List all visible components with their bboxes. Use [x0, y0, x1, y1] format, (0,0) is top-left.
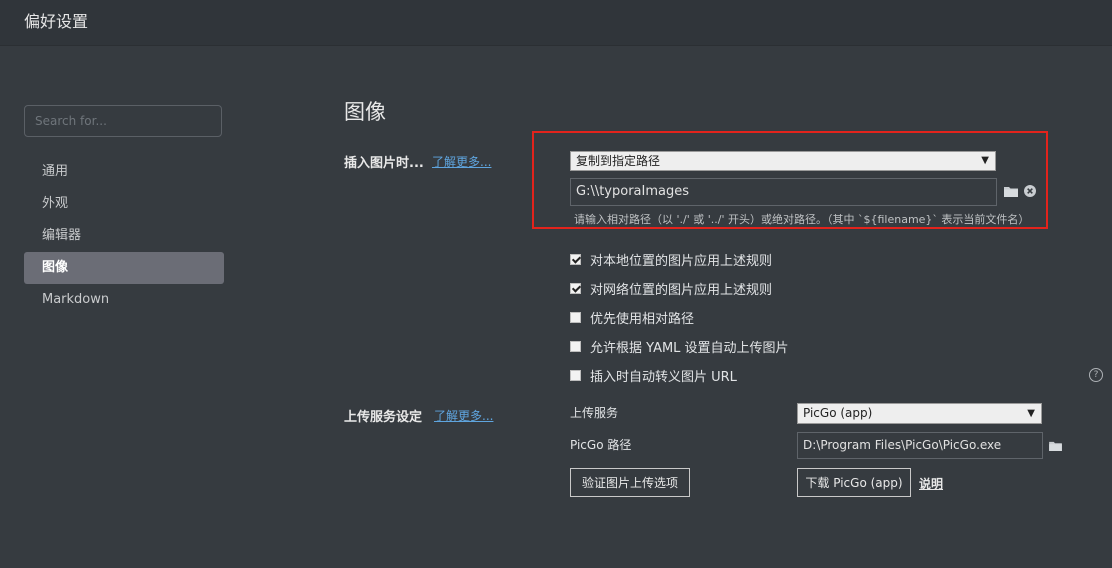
- checkbox-yaml-upload[interactable]: [570, 340, 581, 352]
- sidebar-nav: 通用 外观 编辑器 图像 Markdown: [24, 156, 224, 316]
- sidebar-item-editor[interactable]: 编辑器: [24, 220, 224, 252]
- window-title: 偏好设置: [24, 12, 89, 31]
- picgo-path-field-label: PicGo 路径: [570, 438, 632, 452]
- verify-upload-button[interactable]: 验证图片上传选项: [570, 468, 690, 497]
- checkbox-escape-url[interactable]: [570, 369, 581, 381]
- insert-action-select[interactable]: 复制到指定路径 ▼: [570, 151, 996, 171]
- upload-service-label: 上传服务设定: [344, 410, 423, 425]
- upload-learn-more-link[interactable]: 了解更多...: [434, 407, 493, 424]
- upload-service-select[interactable]: PicGo (app) ▼: [797, 403, 1042, 424]
- sidebar-item-image[interactable]: 图像: [24, 252, 224, 284]
- checkbox-label: 对网络位置的图片应用上述规则: [590, 282, 773, 298]
- folder-icon[interactable]: [1049, 441, 1062, 451]
- picgo-path-input[interactable]: D:\Program Files\PicGo\PicGo.exe: [797, 432, 1043, 459]
- checkbox-label: 允许根据 YAML 设置自动上传图片: [590, 340, 789, 356]
- sidebar-item-general[interactable]: 通用: [24, 156, 224, 188]
- download-picgo-button[interactable]: 下载 PicGo (app): [797, 468, 911, 497]
- clear-circle-icon[interactable]: [1024, 185, 1036, 197]
- upload-service-select-value: PicGo (app): [803, 406, 873, 420]
- search-input[interactable]: [24, 105, 222, 137]
- checkbox-local-images[interactable]: [570, 253, 581, 265]
- help-icon[interactable]: ?: [1089, 368, 1103, 382]
- checkbox-row-network-images[interactable]: 对网络位置的图片应用上述规则: [570, 279, 773, 298]
- explain-link[interactable]: 说明: [919, 475, 943, 492]
- checkbox-row-yaml-upload[interactable]: 允许根据 YAML 设置自动上传图片: [570, 337, 789, 356]
- checkbox-label: 优先使用相对路径: [590, 311, 695, 327]
- dropdown-arrow-icon: ▼: [981, 155, 989, 166]
- checkbox-network-images[interactable]: [570, 282, 581, 294]
- checkbox-row-local-images[interactable]: 对本地位置的图片应用上述规则: [570, 250, 773, 269]
- title-bar: 偏好设置: [0, 0, 1112, 46]
- folder-icon[interactable]: [1004, 186, 1018, 197]
- upload-service-field-label: 上传服务: [570, 406, 619, 420]
- checkbox-relative-path[interactable]: [570, 311, 581, 323]
- dropdown-arrow-icon: ▼: [1027, 408, 1035, 419]
- checkbox-label: 对本地位置的图片应用上述规则: [590, 253, 773, 269]
- checkbox-row-escape-url[interactable]: 插入时自动转义图片 URL: [570, 366, 737, 385]
- insert-image-label: 插入图片时...: [344, 156, 424, 171]
- image-path-input[interactable]: G:\\typoraImages: [570, 178, 997, 206]
- insert-action-select-value: 复制到指定路径: [576, 154, 661, 168]
- sidebar-item-markdown[interactable]: Markdown: [24, 284, 224, 316]
- checkbox-label: 插入时自动转义图片 URL: [590, 369, 737, 385]
- insert-image-learn-more-link[interactable]: 了解更多...: [432, 153, 491, 170]
- sidebar-item-appearance[interactable]: 外观: [24, 188, 224, 220]
- page-title: 图像: [344, 100, 386, 124]
- path-hint-text: 请输入相对路径（以 './' 或 '../' 开头）或绝对路径。（其中 `${f…: [574, 213, 1030, 226]
- checkbox-row-relative-path[interactable]: 优先使用相对路径: [570, 308, 695, 327]
